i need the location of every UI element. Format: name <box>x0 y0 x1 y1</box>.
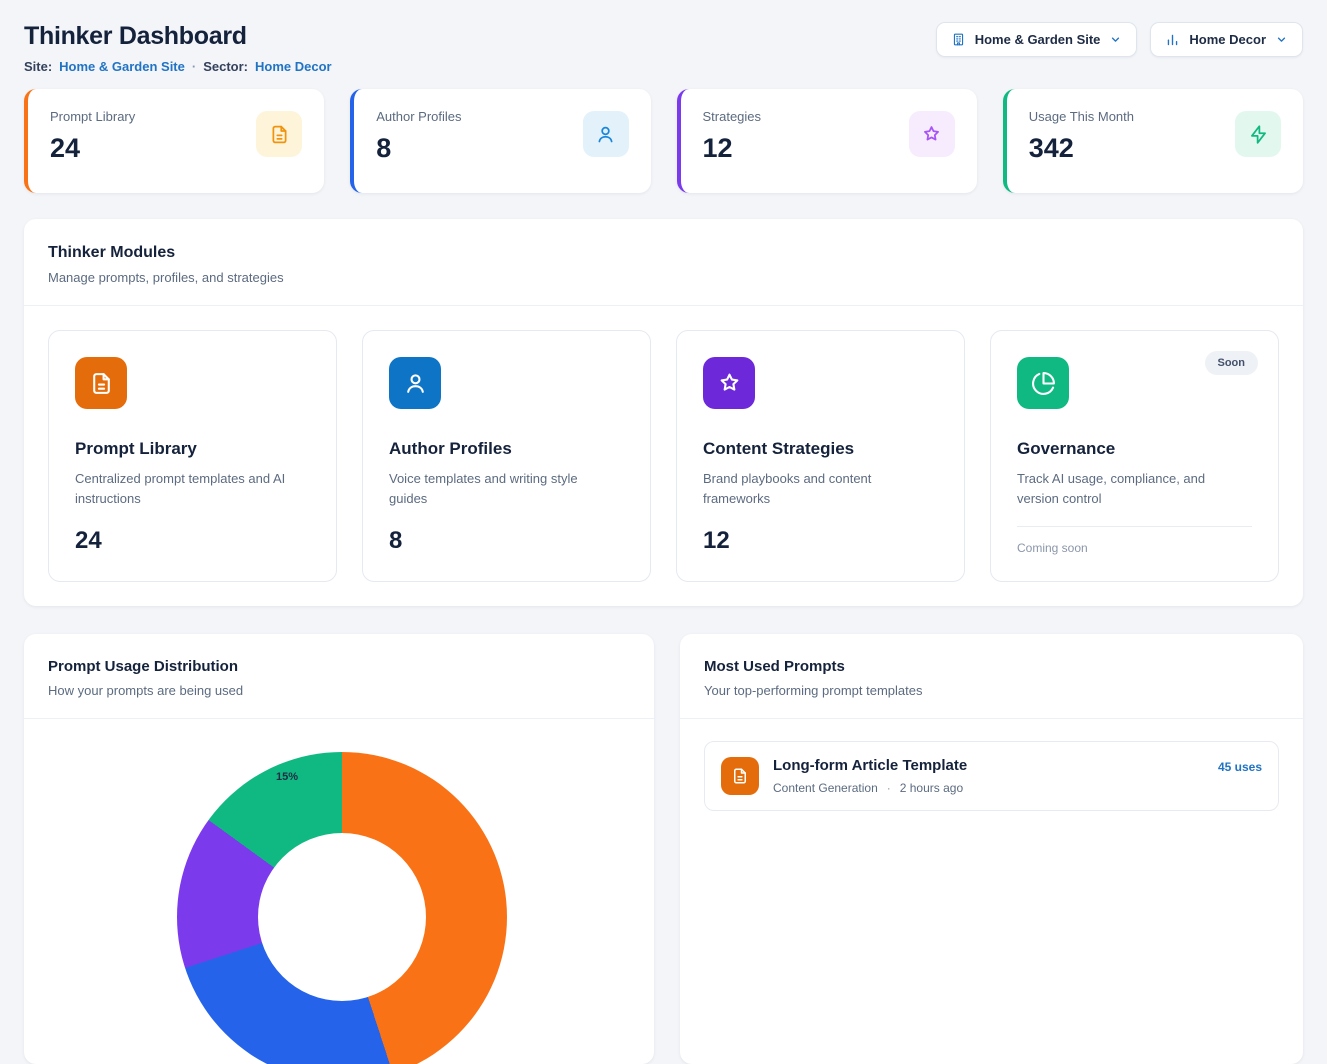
header-text: Thinker Dashboard Site: Home & Garden Si… <box>24 22 332 74</box>
most-used-title: Most Used Prompts <box>704 658 1279 675</box>
page-title: Thinker Dashboard <box>24 22 332 51</box>
site-selector-dropdown[interactable]: Home & Garden Site <box>936 22 1138 57</box>
site-label: Site: <box>24 59 52 74</box>
module-description: Brand playbooks and content frameworks <box>703 469 938 509</box>
usage-header: Prompt Usage Distribution How your promp… <box>24 634 654 719</box>
chevron-down-icon <box>1109 33 1122 46</box>
document-icon <box>75 357 127 409</box>
module-count: 12 <box>703 527 938 555</box>
user-icon <box>389 357 441 409</box>
stat-card-usage: Usage This Month 342 <box>1003 89 1303 193</box>
stat-label: Usage This Month <box>1029 109 1134 124</box>
sector-label: Sector: <box>203 59 248 74</box>
stat-label: Author Profiles <box>376 109 461 124</box>
building-icon <box>951 32 966 47</box>
prompt-info: Long-form Article Template Content Gener… <box>773 757 1204 795</box>
breadcrumb-separator: · <box>192 59 196 74</box>
thinker-modules-panel: Thinker Modules Manage prompts, profiles… <box>24 219 1303 606</box>
stat-value: 12 <box>703 133 762 164</box>
uses-badge: 45 uses <box>1218 760 1262 774</box>
dashboard-page: Thinker Dashboard Site: Home & Garden Si… <box>0 0 1327 1064</box>
stat-value: 24 <box>50 133 135 164</box>
meta-separator: · <box>887 781 891 795</box>
stat-text: Prompt Library 24 <box>50 109 135 173</box>
prompt-category: Content Generation <box>773 781 878 795</box>
pie-chart-icon <box>1017 357 1069 409</box>
prompt-title: Long-form Article Template <box>773 757 1204 774</box>
site-selector-label: Home & Garden Site <box>975 32 1101 47</box>
prompt-usage-card: Prompt Usage Distribution How your promp… <box>24 634 654 1064</box>
stat-text: Author Profiles 8 <box>376 109 461 173</box>
modules-grid: Prompt Library Centralized prompt templa… <box>24 306 1303 606</box>
usage-subtitle: How your prompts are being used <box>48 683 630 698</box>
donut-segment-label: 15% <box>276 771 298 783</box>
module-description: Centralized prompt templates and AI inst… <box>75 469 310 509</box>
usage-donut <box>177 752 507 1064</box>
header-selectors: Home & Garden Site Home Decor <box>936 22 1303 57</box>
breadcrumb: Site: Home & Garden Site · Sector: Home … <box>24 59 332 74</box>
stat-card-strategies: Strategies 12 <box>677 89 977 193</box>
stat-text: Strategies 12 <box>703 109 762 173</box>
module-card-content-strategies[interactable]: Content Strategies Brand playbooks and c… <box>676 330 965 582</box>
module-description: Track AI usage, compliance, and version … <box>1017 469 1252 509</box>
module-title: Governance <box>1017 439 1252 459</box>
usage-title: Prompt Usage Distribution <box>48 658 630 675</box>
module-card-author-profiles[interactable]: Author Profiles Voice templates and writ… <box>362 330 651 582</box>
donut-chart-area: 15% <box>24 719 654 1059</box>
coming-soon-note: Coming soon <box>1017 526 1252 555</box>
sparkle-star-icon <box>703 357 755 409</box>
site-link[interactable]: Home & Garden Site <box>59 59 185 74</box>
stat-cards-row: Prompt Library 24 Author Profiles 8 Stra… <box>24 89 1303 193</box>
module-title: Content Strategies <box>703 439 938 459</box>
most-used-prompts-card: Most Used Prompts Your top-performing pr… <box>680 634 1303 1064</box>
stat-card-prompt-library: Prompt Library 24 <box>24 89 324 193</box>
chevron-down-icon <box>1275 33 1288 46</box>
prompt-list: Long-form Article Template Content Gener… <box>680 719 1303 833</box>
sector-selector-label: Home Decor <box>1189 32 1266 47</box>
sparkle-star-icon <box>909 111 955 157</box>
sector-selector-dropdown[interactable]: Home Decor <box>1150 22 1303 57</box>
module-count: 24 <box>75 527 310 555</box>
module-title: Author Profiles <box>389 439 624 459</box>
stat-label: Prompt Library <box>50 109 135 124</box>
module-card-governance[interactable]: Soon Governance Track AI usage, complian… <box>990 330 1279 582</box>
stat-card-author-profiles: Author Profiles 8 <box>350 89 650 193</box>
top-bar: Thinker Dashboard Site: Home & Garden Si… <box>24 22 1303 74</box>
module-description: Voice templates and writing style guides <box>389 469 624 509</box>
prompt-time: 2 hours ago <box>900 781 963 795</box>
lightning-icon <box>1235 111 1281 157</box>
module-title: Prompt Library <box>75 439 310 459</box>
modules-header: Thinker Modules Manage prompts, profiles… <box>24 219 1303 306</box>
modules-subtitle: Manage prompts, profiles, and strategies <box>48 270 1279 285</box>
bottom-row: Prompt Usage Distribution How your promp… <box>24 634 1303 1064</box>
stat-label: Strategies <box>703 109 762 124</box>
document-icon <box>256 111 302 157</box>
list-item-long-form-article[interactable]: Long-form Article Template Content Gener… <box>704 741 1279 811</box>
user-icon <box>583 111 629 157</box>
most-used-header: Most Used Prompts Your top-performing pr… <box>680 634 1303 719</box>
soon-badge: Soon <box>1205 351 1259 375</box>
bar-chart-icon <box>1165 32 1180 47</box>
stat-value: 342 <box>1029 133 1134 164</box>
module-count: 8 <box>389 527 624 555</box>
modules-title: Thinker Modules <box>48 244 1279 262</box>
most-used-subtitle: Your top-performing prompt templates <box>704 683 1279 698</box>
document-icon <box>721 757 759 795</box>
prompt-meta: Content Generation · 2 hours ago <box>773 781 1204 795</box>
module-card-prompt-library[interactable]: Prompt Library Centralized prompt templa… <box>48 330 337 582</box>
stat-text: Usage This Month 342 <box>1029 109 1134 173</box>
sector-link[interactable]: Home Decor <box>255 59 332 74</box>
stat-value: 8 <box>376 133 461 164</box>
